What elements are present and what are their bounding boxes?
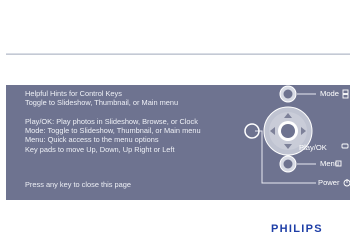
power-icon [343, 179, 351, 187]
mode-label: Mode [320, 89, 339, 98]
philips-logo: PHILIPS [271, 223, 323, 235]
play-ok-label: Play/OK [299, 143, 327, 152]
menu-label: Menu [320, 159, 339, 168]
mode-button[interactable] [279, 85, 297, 103]
mode-icon [342, 89, 349, 99]
menu-button[interactable] [279, 155, 297, 173]
play-ok-button[interactable] [278, 121, 298, 141]
power-label: Power [318, 178, 340, 187]
play-icon [341, 143, 349, 149]
